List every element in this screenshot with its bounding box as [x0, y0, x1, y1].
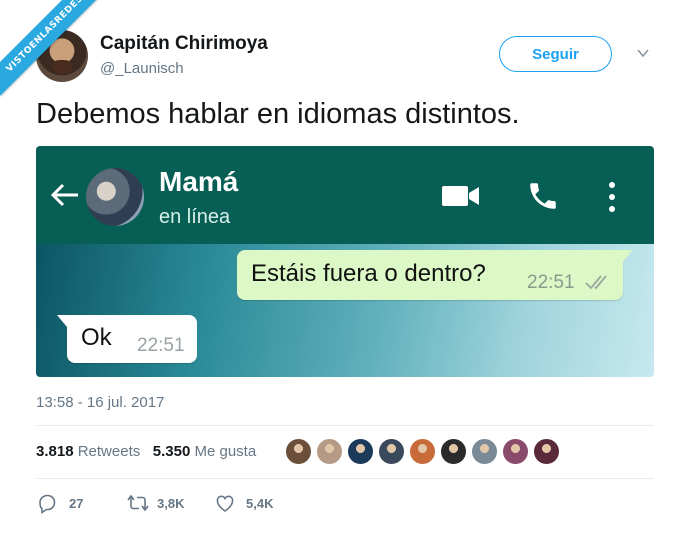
avatar-7[interactable]	[471, 438, 498, 465]
avatar-1[interactable]	[285, 438, 312, 465]
reply-button[interactable]: 27	[36, 492, 96, 514]
outgoing-message-time: 22:51	[527, 272, 575, 293]
contact-status: en línea	[159, 206, 231, 228]
outgoing-message: Estáis fuera o dentro? 22:51	[237, 250, 633, 300]
incoming-message: Ok 22:51	[57, 315, 197, 363]
incoming-message-time: 22:51	[137, 335, 185, 356]
more-vertical-icon	[609, 182, 615, 212]
phone-icon	[530, 183, 556, 209]
contact-name: Mamá	[159, 166, 239, 197]
contact-avatar	[86, 168, 144, 226]
tweet-actions: 27 3,8K 5,4K	[36, 492, 436, 516]
video-call-icon	[442, 186, 479, 206]
tweet-timestamp[interactable]: 13:58 - 16 jul. 2017	[36, 394, 164, 411]
tweet-text: Debemos hablar en idiomas distintos.	[36, 98, 520, 130]
avatar-3[interactable]	[347, 438, 374, 465]
retweet-icon	[127, 494, 149, 512]
avatar-6[interactable]	[440, 438, 467, 465]
reply-count: 27	[69, 496, 84, 511]
divider	[36, 425, 654, 426]
double-check-icon	[585, 275, 607, 290]
retweet-button[interactable]: 3,8K	[126, 492, 196, 514]
tweet-header: Capitán Chirimoya @_Launisch Seguir	[36, 28, 656, 88]
retweets-label[interactable]: Retweets	[78, 443, 141, 460]
reply-icon	[39, 494, 56, 514]
back-arrow-icon	[50, 183, 78, 207]
like-button[interactable]: 5,4K	[214, 492, 284, 514]
chevron-down-icon[interactable]	[636, 46, 650, 60]
tweet-media-image[interactable]: Mamá en línea Estáis fuera o dentro? 22:…	[36, 146, 654, 377]
author-name[interactable]: Capitán Chirimoya	[100, 33, 268, 55]
avatar-4[interactable]	[378, 438, 405, 465]
avatar-2[interactable]	[316, 438, 343, 465]
author-handle[interactable]: @_Launisch	[100, 60, 184, 77]
divider	[36, 478, 654, 479]
avatar-9[interactable]	[533, 438, 560, 465]
retweet-action-count: 3,8K	[157, 496, 185, 511]
heart-icon	[216, 495, 234, 512]
likes-count[interactable]: 5.350	[153, 443, 191, 460]
whatsapp-header: Mamá en línea	[36, 146, 654, 244]
avatar-5[interactable]	[409, 438, 436, 465]
chat-area: Estáis fuera o dentro? 22:51 Ok 22:51	[36, 244, 654, 377]
outgoing-message-text: Estáis fuera o dentro?	[251, 260, 486, 287]
follow-button[interactable]: Seguir	[499, 36, 612, 72]
likes-label[interactable]: Me gusta	[194, 443, 256, 460]
like-action-count: 5,4K	[246, 496, 274, 511]
incoming-message-text: Ok	[81, 324, 112, 351]
avatar-8[interactable]	[502, 438, 529, 465]
engagement-stats: 3.818 Retweets 5.350 Me gusta	[36, 443, 256, 460]
retweets-count[interactable]: 3.818	[36, 443, 74, 460]
